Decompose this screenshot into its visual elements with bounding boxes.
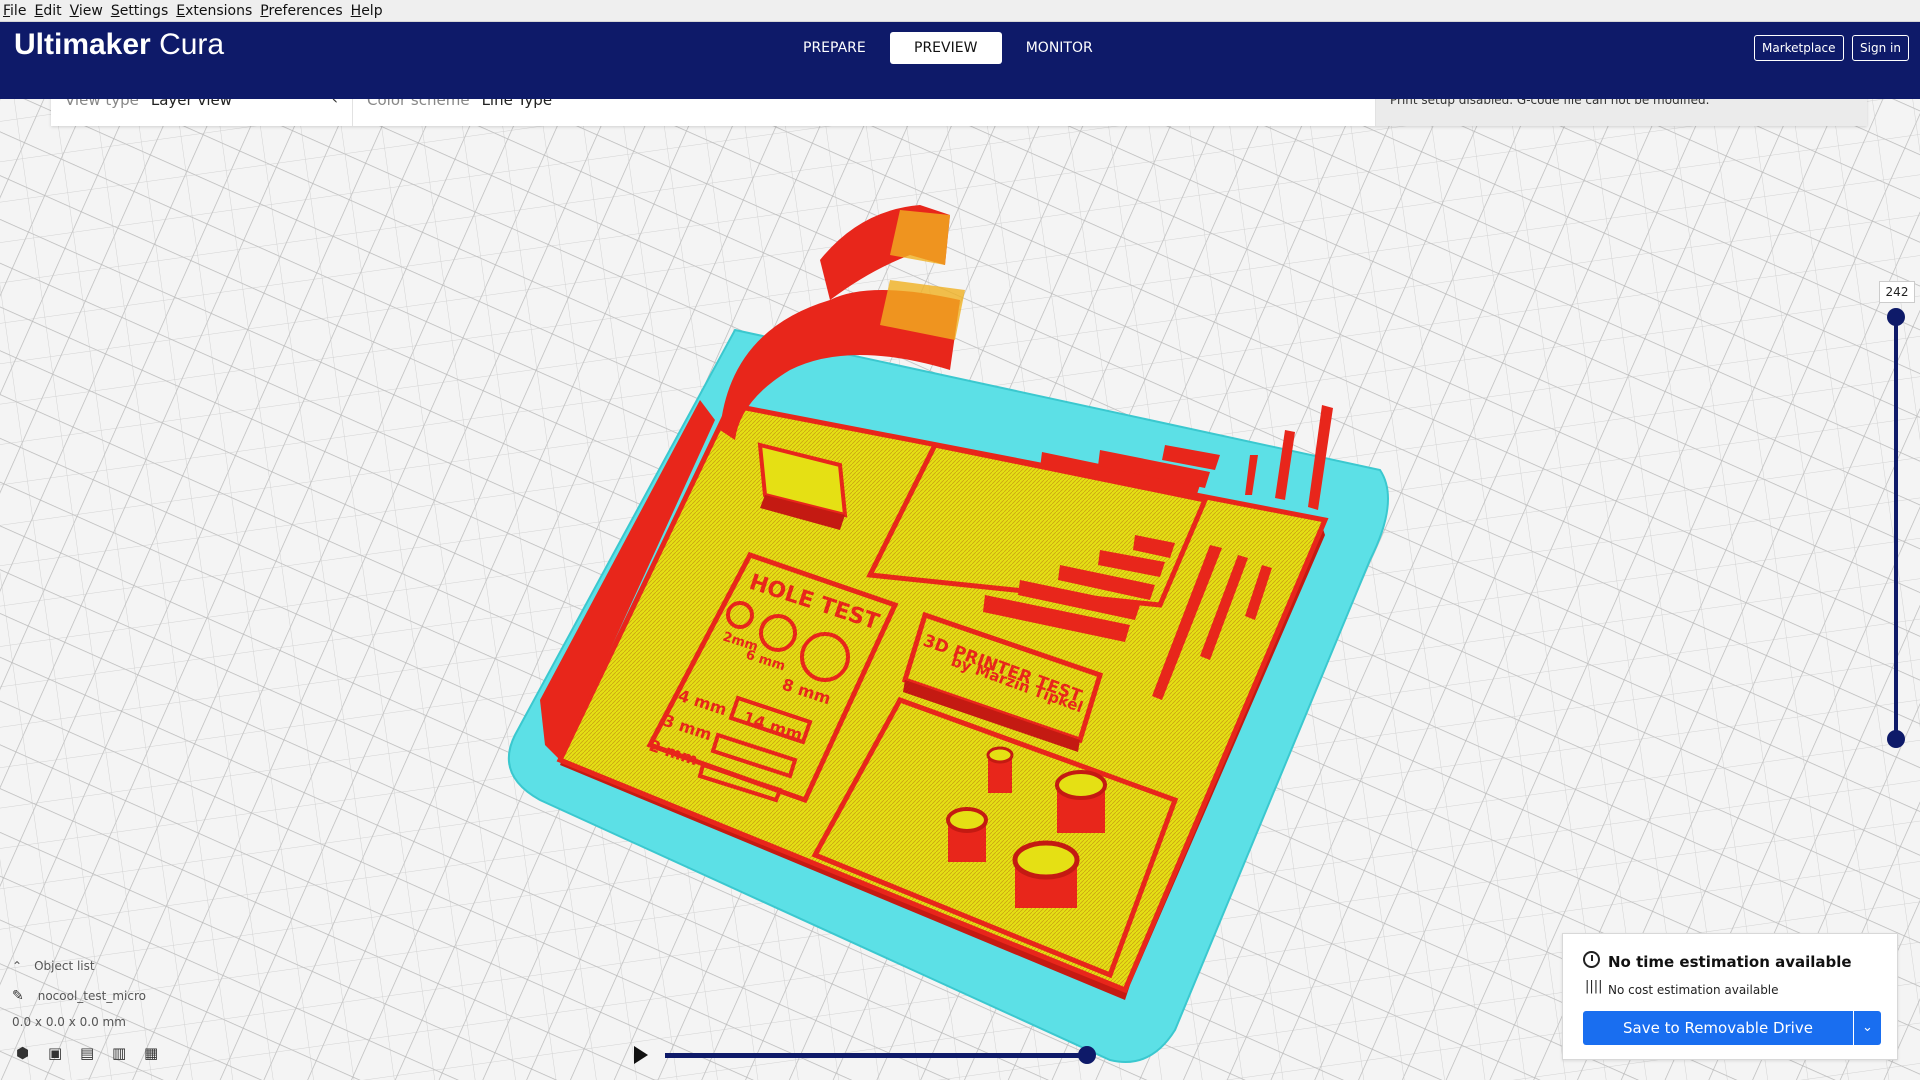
app-header: Ultimaker Cura PREPARE PREVIEW MONITOR M… <box>0 22 1920 99</box>
chevron-down-icon[interactable]: ⌄ <box>1854 1011 1881 1045</box>
object-list-panel: ⌃ Object list ✎ nocool_test_micro 0.0 x … <box>12 951 146 1033</box>
object-list-label: Object list <box>34 959 95 973</box>
marketplace-button[interactable]: Marketplace <box>1754 35 1844 61</box>
print-estimate-panel: No time estimation available |||| No cos… <box>1562 933 1898 1060</box>
view-type-value: Layer view <box>150 99 233 109</box>
tab-preview[interactable]: PREVIEW <box>889 32 1002 64</box>
color-scheme-label: Color scheme <box>367 99 470 109</box>
object-list-toggle[interactable]: ⌃ Object list <box>12 951 146 981</box>
time-estimate: No time estimation available <box>1608 953 1852 971</box>
view-options-bar: View type Layer view ‹ Color scheme Line… <box>51 99 1867 126</box>
menu-preferences[interactable]: Preferences <box>257 3 347 19</box>
view-type-label: View type <box>65 99 139 109</box>
object-filename: nocool_test_micro <box>37 989 146 1003</box>
save-to-removable-drive-button[interactable]: Save to Removable Drive <box>1583 1011 1853 1045</box>
menu-settings[interactable]: Settings <box>108 3 173 19</box>
pencil-icon[interactable]: ✎ <box>1351 99 1363 104</box>
stage-tabs: PREPARE PREVIEW MONITOR <box>783 32 1113 64</box>
object-file-row[interactable]: ✎ nocool_test_micro <box>12 981 146 1011</box>
front-view-icon[interactable]: ▣ <box>48 1044 66 1062</box>
menu-extensions[interactable]: Extensions <box>173 3 257 19</box>
logo-product: Cura <box>150 28 225 61</box>
view-type-selector[interactable]: View type Layer view ‹ <box>51 99 353 126</box>
tab-prepare[interactable]: PREPARE <box>783 32 886 64</box>
app-logo: Ultimaker Cura <box>14 28 224 62</box>
menu-help[interactable]: Help <box>348 3 388 19</box>
path-slider-handle[interactable] <box>1078 1046 1096 1064</box>
cost-estimate: No cost estimation available <box>1608 983 1779 997</box>
layer-slider-track[interactable] <box>1894 318 1898 740</box>
color-scheme-selector[interactable]: Color scheme Line Type ✎ <box>353 99 1376 126</box>
layer-slider-top-handle[interactable] <box>1887 308 1905 326</box>
left-view-icon[interactable]: ▥ <box>112 1044 130 1062</box>
right-view-icon[interactable]: ▦ <box>144 1044 162 1062</box>
clock-icon <box>1583 951 1600 968</box>
path-slider-track[interactable] <box>665 1053 1087 1058</box>
3d-view-icon[interactable]: ⬢ <box>16 1044 34 1062</box>
layer-slider-top-value[interactable]: 242 <box>1879 281 1915 303</box>
chevron-up-icon[interactable]: ⌃ <box>12 959 22 973</box>
menu-bar: File Edit View Settings Extensions Prefe… <box>0 0 1920 22</box>
top-view-icon[interactable]: ▤ <box>80 1044 98 1062</box>
logo-brand: Ultimaker <box>14 28 151 61</box>
object-dimensions: 0.0 x 0.0 x 0.0 mm <box>12 1015 126 1029</box>
layer-slider-bottom-handle[interactable] <box>1887 730 1905 748</box>
camera-view-buttons: ⬢ ▣ ▤ ▥ ▦ <box>16 1044 162 1062</box>
menu-edit[interactable]: Edit <box>31 3 66 19</box>
menu-view[interactable]: View <box>67 3 108 19</box>
chevron-left-icon[interactable]: ‹ <box>332 99 338 108</box>
print-setup-note: Print setup disabled. G-code file can no… <box>1376 99 1867 126</box>
menu-file[interactable]: File <box>0 3 31 19</box>
color-scheme-value: Line Type <box>481 99 553 109</box>
cost-barcode-icon: |||| <box>1585 979 1603 994</box>
pencil-edit-icon[interactable]: ✎ <box>12 988 24 1004</box>
tab-monitor[interactable]: MONITOR <box>1006 32 1113 64</box>
sign-in-button[interactable]: Sign in <box>1852 35 1909 61</box>
play-icon[interactable] <box>634 1046 648 1064</box>
